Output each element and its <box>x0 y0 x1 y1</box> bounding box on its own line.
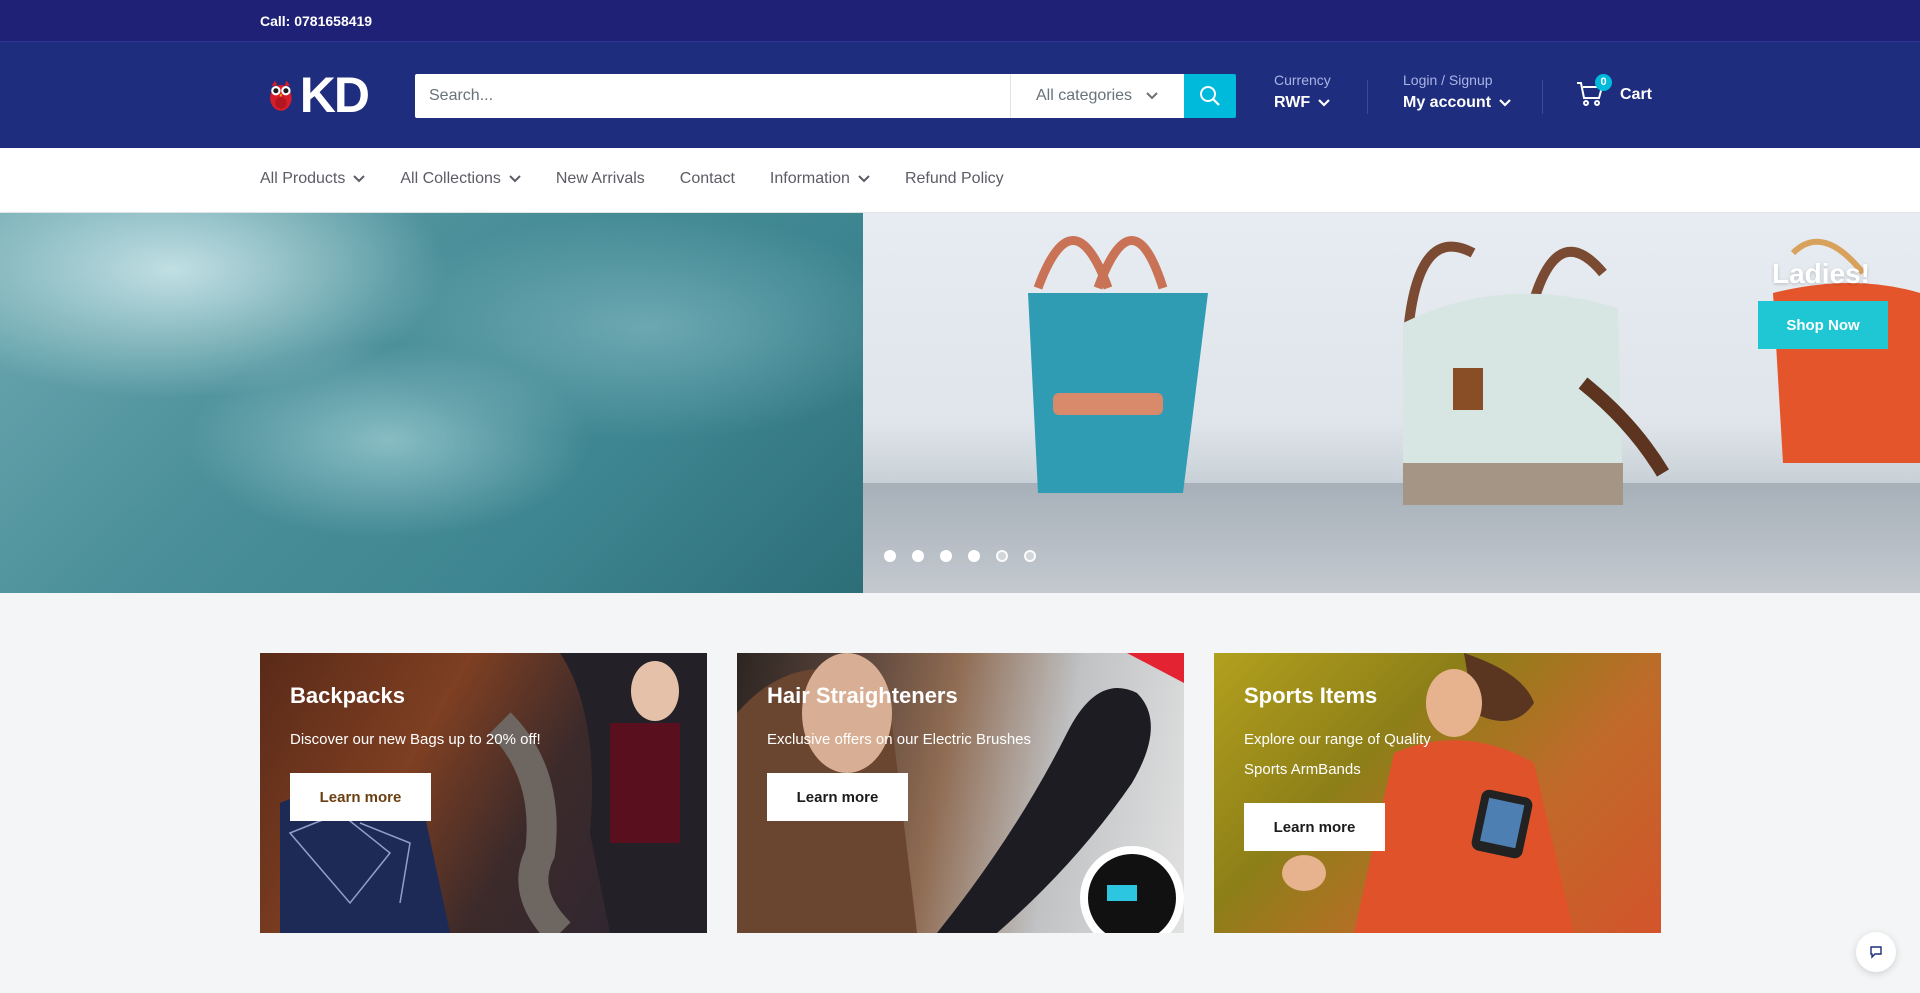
owl-icon <box>270 80 292 111</box>
search-icon <box>1200 86 1220 106</box>
chevron-down-icon <box>858 175 870 183</box>
cart-label: Cart <box>1620 86 1653 103</box>
phone-number[interactable]: Call: 0781658419 <box>260 13 372 29</box>
search-button[interactable] <box>1184 74 1236 118</box>
promo-title: Backpacks <box>290 683 405 708</box>
nav-item-information[interactable]: Information <box>770 170 870 188</box>
category-select[interactable]: All categories <box>1010 74 1184 118</box>
promo-title: Sports Items <box>1244 683 1378 708</box>
chat-icon <box>1870 946 1882 959</box>
main-navigation: All Products All Collections New Arrivals C… <box>0 148 1920 213</box>
slideshow-dots <box>884 550 1036 562</box>
promo-blocks: Backpacks Discover our new Bags up to 20… <box>260 653 1661 933</box>
search-bar: All categories <box>415 74 1236 118</box>
category-select-label: All categories <box>1036 87 1133 104</box>
chevron-down-icon <box>353 175 366 183</box>
promo-card-hair-straighteners[interactable]: Hair Straighteners Exclusive offers on o… <box>737 653 1184 933</box>
learn-more-button[interactable]: Learn more <box>290 773 431 821</box>
hero-image-handbags: Ladies! Shop Now <box>863 213 1920 593</box>
cart-button[interactable]: 0 Cart <box>1576 74 1653 110</box>
slide-dot[interactable] <box>996 550 1008 562</box>
promo-title: Hair Straighteners <box>767 683 958 708</box>
search-input[interactable] <box>415 74 1010 118</box>
nav-item-new-arrivals[interactable]: New Arrivals <box>556 170 645 188</box>
chevron-down-icon <box>1318 99 1330 107</box>
nav-item-label: All Collections <box>400 170 501 187</box>
nav-item-refund-policy[interactable]: Refund Policy <box>905 170 1004 188</box>
nav-item-all-products[interactable]: All Products <box>260 170 366 188</box>
announcement-bar: Call: 0781658419 <box>0 0 1920 42</box>
site-header: KD All categories Currency RWF Login / S… <box>0 42 1920 148</box>
header-divider <box>1542 80 1543 114</box>
cart-count-badge: 0 <box>1595 74 1612 91</box>
currency-value: RWF <box>1274 94 1311 111</box>
promo-card-backpacks[interactable]: Backpacks Discover our new Bags up to 20… <box>260 653 707 933</box>
promo-text: Discover our new Bags up to 20% off! <box>290 731 541 748</box>
chevron-down-icon <box>509 175 521 183</box>
handbags-illustration <box>1028 236 1920 505</box>
hero-image-water <box>0 213 863 593</box>
nav-item-label: All Products <box>260 170 346 187</box>
currency-label: Currency <box>1274 72 1331 88</box>
shop-now-button[interactable]: Shop Now <box>1758 301 1888 349</box>
slide-dot[interactable] <box>1024 550 1036 562</box>
login-signup-link[interactable]: Login / Signup <box>1403 72 1511 88</box>
promo-text: Exclusive offers on our Electric Brushes <box>767 731 1032 748</box>
nav-item-label: Information <box>769 170 850 187</box>
currency-selector[interactable]: Currency RWF <box>1274 72 1331 112</box>
nav-item-contact[interactable]: Contact <box>680 170 735 188</box>
slide-dot[interactable] <box>968 550 980 562</box>
chevron-down-icon <box>1146 92 1158 100</box>
account-menu[interactable]: Login / Signup My account <box>1403 72 1511 112</box>
slide-dot[interactable] <box>884 550 896 562</box>
hero-slideshow: Ladies! Shop Now <box>0 213 1920 593</box>
nav-item-label: Refund Policy <box>904 170 1004 187</box>
nav-item-label: New Arrivals <box>555 170 645 187</box>
logo-text: KD <box>299 67 370 123</box>
nav-item-all-collections[interactable]: All Collections <box>400 170 521 188</box>
nav-item-label: Contact <box>679 170 735 187</box>
promo-card-sports-items[interactable]: Sports Items Explore our range of Qualit… <box>1214 653 1661 933</box>
hero-title: Ladies! <box>1771 258 1870 289</box>
learn-more-button[interactable]: Learn more <box>1244 803 1385 851</box>
cart-icon: 0 <box>1576 74 1612 110</box>
chat-widget-button[interactable] <box>1856 932 1896 972</box>
learn-more-button[interactable]: Learn more <box>767 773 908 821</box>
promo-text: Explore our range of Quality Sports ArmB… <box>1244 731 1431 778</box>
store-logo[interactable]: KD <box>268 67 370 123</box>
slide-dot[interactable] <box>940 550 952 562</box>
slide-dot[interactable] <box>912 550 924 562</box>
header-divider <box>1367 80 1368 114</box>
chevron-down-icon <box>1499 99 1511 107</box>
my-account-label: My account <box>1403 94 1492 111</box>
